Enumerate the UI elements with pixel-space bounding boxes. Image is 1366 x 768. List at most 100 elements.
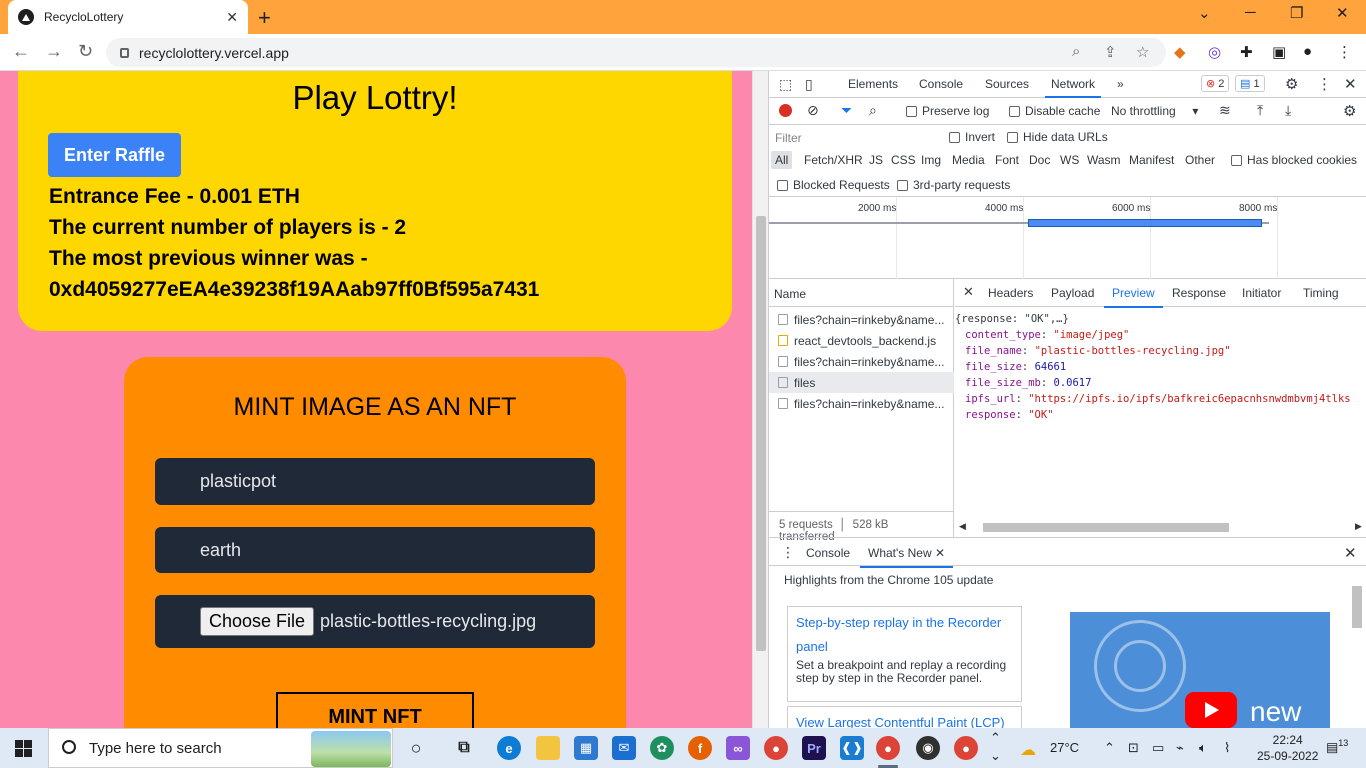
type-filter-doc[interactable]: Doc bbox=[1029, 153, 1050, 167]
lock-icon[interactable] bbox=[120, 47, 129, 58]
horizontal-scrollbar[interactable]: ◀ ▶ bbox=[955, 519, 1366, 535]
network-conditions-icon[interactable]: ≋ bbox=[1219, 102, 1231, 119]
menu-kebab-icon[interactable]: ⋮ bbox=[1337, 43, 1352, 61]
type-filter-wasm[interactable]: Wasm bbox=[1087, 153, 1121, 167]
export-har-icon[interactable]: ⤓ bbox=[1285, 102, 1291, 119]
chrome-icon[interactable]: ● bbox=[764, 736, 788, 760]
close-window-button[interactable]: ✕ bbox=[1336, 4, 1349, 22]
json-root[interactable]: {response: "OK",…} bbox=[955, 311, 1351, 327]
mail-icon[interactable]: ✉ bbox=[612, 736, 636, 760]
enter-raffle-button[interactable]: Enter Raffle bbox=[48, 133, 181, 177]
volume-icon[interactable]: 🔈︎ bbox=[1199, 740, 1207, 756]
drawer-tab-whats-new[interactable]: What's New ✕ bbox=[859, 546, 954, 568]
blocked-requests-checkbox[interactable]: Blocked Requests bbox=[777, 178, 890, 192]
battery-icon[interactable]: ▭ bbox=[1152, 740, 1164, 756]
chrome-active-icon[interactable]: ● bbox=[876, 736, 900, 760]
tab-console[interactable]: Console bbox=[919, 77, 963, 91]
error-count-badge[interactable]: ⊗ 2 bbox=[1201, 75, 1230, 92]
request-row[interactable]: files?chain=rinkeby&name... bbox=[769, 309, 954, 330]
third-party-checkbox[interactable]: 3rd-party requests bbox=[897, 178, 1010, 192]
type-filter-js[interactable]: JS bbox=[869, 153, 883, 167]
more-tabs-icon[interactable]: » bbox=[1117, 77, 1124, 91]
import-har-icon[interactable]: ⤒ bbox=[1257, 102, 1263, 119]
has-blocked-cookies-checkbox[interactable]: Has blocked cookies bbox=[1231, 153, 1357, 167]
type-filter-other[interactable]: Other bbox=[1185, 153, 1215, 167]
obs-icon[interactable]: ◉ bbox=[916, 736, 940, 760]
device-toolbar-icon[interactable]: ▯ bbox=[805, 76, 813, 93]
page-scrollbar-thumb[interactable] bbox=[756, 216, 766, 651]
extension-circle-icon[interactable]: ◎ bbox=[1208, 43, 1221, 61]
detail-tab-timing[interactable]: Timing bbox=[1303, 286, 1339, 300]
weather-temperature[interactable]: 27°C bbox=[1050, 740, 1079, 755]
whats-new-scrollbar-thumb[interactable] bbox=[1352, 586, 1362, 628]
network-timeline[interactable]: 2000 ms 4000 ms 6000 ms 8000 ms bbox=[769, 197, 1366, 279]
visual-studio-icon[interactable]: ∞ bbox=[726, 736, 750, 760]
drawer-menu-icon[interactable]: ⋮ bbox=[781, 544, 795, 561]
type-filter-all[interactable]: All bbox=[771, 151, 793, 169]
browser-tab[interactable]: RecycloLottery ✕ bbox=[8, 0, 248, 34]
chatgpt-icon[interactable]: ✿ bbox=[650, 736, 674, 760]
youtube-play-icon[interactable] bbox=[1185, 692, 1237, 728]
devtools-close-icon[interactable]: ✕ bbox=[1344, 75, 1357, 93]
detail-tab-preview[interactable]: Preview bbox=[1104, 286, 1163, 308]
tray-overflow-icon[interactable]: ⌃ bbox=[1104, 740, 1115, 756]
request-row[interactable]: files?chain=rinkeby&name... bbox=[769, 393, 954, 414]
request-row[interactable]: files?chain=rinkeby&name... bbox=[769, 351, 954, 372]
file-input[interactable]: Choose File plastic-bottles-recycling.jp… bbox=[155, 595, 595, 648]
whats-new-card-link[interactable]: Step-by-step replay in the Recorder pane… bbox=[796, 611, 1013, 659]
choose-file-button[interactable]: Choose File bbox=[200, 607, 315, 636]
devtools-menu-icon[interactable]: ⋮ bbox=[1317, 75, 1332, 93]
address-bar[interactable]: recyclolottery.vercel.app bbox=[106, 38, 1166, 67]
chrome-profile-icon[interactable]: ● bbox=[954, 736, 978, 760]
type-filter-css[interactable]: CSS bbox=[891, 153, 916, 167]
detail-tab-response[interactable]: Response bbox=[1172, 286, 1226, 300]
timeline-selection[interactable] bbox=[1028, 219, 1262, 227]
nft-description-input[interactable]: earth bbox=[155, 527, 595, 573]
taskbar-clock[interactable]: 22:24 25-09-2022 bbox=[1257, 732, 1318, 764]
type-filter-manifest[interactable]: Manifest bbox=[1129, 153, 1174, 167]
firefox-icon[interactable]: f bbox=[688, 736, 712, 760]
premiere-pro-icon[interactable]: Pr bbox=[802, 736, 826, 760]
taskbar-scroll-up-icon[interactable]: ⌃ bbox=[990, 730, 1001, 746]
throttling-select[interactable]: No throttling ▾ bbox=[1111, 104, 1198, 118]
invert-checkbox[interactable]: Invert bbox=[949, 130, 995, 144]
record-icon[interactable] bbox=[779, 104, 792, 117]
tab-sources[interactable]: Sources bbox=[985, 77, 1029, 91]
back-icon[interactable]: ← bbox=[12, 41, 30, 62]
json-preview[interactable]: {response: "OK",…} content_type: "image/… bbox=[955, 311, 1351, 423]
horizontal-scrollbar-thumb[interactable] bbox=[983, 523, 1229, 532]
ms-store-icon[interactable]: ▦ bbox=[574, 736, 598, 760]
extensions-puzzle-icon[interactable]: ✚ bbox=[1240, 43, 1253, 61]
drawer-tab-close-icon[interactable]: ✕ bbox=[935, 546, 945, 560]
type-filter-font[interactable]: Font bbox=[995, 153, 1019, 167]
tab-network[interactable]: Network bbox=[1044, 77, 1102, 98]
bookmark-star-icon[interactable]: ☆ bbox=[1136, 43, 1149, 61]
wifi-icon[interactable]: ⌇ bbox=[1224, 740, 1230, 756]
scroll-right-icon[interactable]: ▶ bbox=[1355, 521, 1362, 532]
notifications-icon[interactable]: ▤13 bbox=[1326, 738, 1348, 755]
network-settings-icon[interactable]: ⚙ bbox=[1343, 102, 1356, 120]
vscode-icon[interactable]: ❰❱ bbox=[840, 736, 864, 760]
new-tab-button[interactable]: + bbox=[258, 5, 271, 31]
taskbar-search-box[interactable]: Type here to search bbox=[48, 728, 393, 768]
tab-search-icon[interactable]: ⌄ bbox=[1198, 4, 1211, 22]
clear-icon[interactable]: ⊘ bbox=[807, 102, 819, 119]
reload-icon[interactable]: ↻ bbox=[78, 41, 93, 62]
message-count-badge[interactable]: ▤ 1 bbox=[1235, 75, 1265, 92]
file-explorer-icon[interactable] bbox=[536, 736, 560, 760]
disable-cache-checkbox[interactable]: Disable cache bbox=[1009, 104, 1100, 118]
whats-new-video-thumbnail[interactable]: new bbox=[1070, 612, 1330, 728]
filter-funnel-icon[interactable]: ⏷ bbox=[841, 102, 852, 119]
weather-icon[interactable]: ☁ bbox=[1020, 740, 1036, 760]
type-filter-ws[interactable]: WS bbox=[1060, 153, 1079, 167]
tab-elements[interactable]: Elements bbox=[848, 77, 898, 91]
request-row[interactable]: react_devtools_backend.js bbox=[769, 330, 954, 351]
task-view-icon[interactable]: ⧉ bbox=[452, 736, 476, 760]
metamask-icon[interactable]: ◆ bbox=[1174, 43, 1186, 61]
settings-gear-icon[interactable]: ⚙ bbox=[1285, 75, 1298, 93]
hide-data-urls-checkbox[interactable]: Hide data URLs bbox=[1007, 130, 1108, 144]
taskbar-scroll-down-icon[interactable]: ⌄ bbox=[990, 748, 1001, 764]
zoom-icon[interactable]: ⌕ bbox=[1072, 43, 1080, 60]
cortana-icon[interactable]: ○ bbox=[404, 736, 428, 760]
network-icon[interactable]: ⌁ bbox=[1176, 740, 1184, 756]
